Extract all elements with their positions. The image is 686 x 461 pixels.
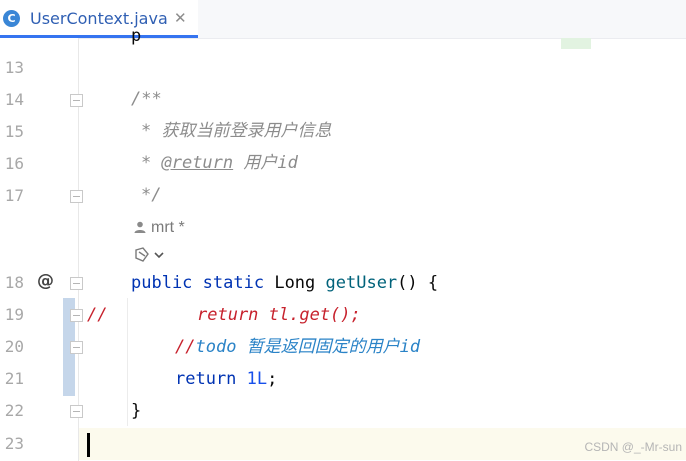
watermark: CSDN @_-Mr-sun xyxy=(584,440,682,454)
todo-keyword: todo xyxy=(195,337,237,357)
method-signature-rest: () { xyxy=(397,273,439,293)
tab-usercontext-java[interactable]: C UserContext.java ✕ xyxy=(0,0,198,38)
code-line-14: /** xyxy=(131,89,162,109)
method-name: getUser xyxy=(325,273,398,293)
tab-title: UserContext.java xyxy=(30,9,168,28)
code-line-18: public static Long getUser() { xyxy=(131,267,438,299)
number-literal: 1L xyxy=(246,369,268,389)
close-icon[interactable]: ✕ xyxy=(174,9,187,27)
line-number: 18 xyxy=(4,273,24,292)
code-vision-icon xyxy=(133,247,167,268)
line-number: 19 xyxy=(4,305,24,324)
line-number: 16 xyxy=(4,154,24,173)
javadoc-tag: @return xyxy=(161,153,234,173)
text-caret xyxy=(87,433,90,457)
code-line-21: return 1L; xyxy=(175,363,277,395)
comment-star: * xyxy=(141,121,162,141)
user-icon xyxy=(133,220,147,234)
java-class-icon: C xyxy=(3,10,20,27)
editor-tab-bar: C UserContext.java ✕ xyxy=(0,0,686,39)
line-number: 15 xyxy=(4,122,24,141)
line-number: 21 xyxy=(4,369,24,388)
code-line-20: //todo 暂是返回固定的用户id xyxy=(175,331,420,363)
code-line-15: * 获取当前登录用户信息 xyxy=(141,115,331,147)
brace-match-highlight xyxy=(561,38,591,49)
code-line-partial: p xyxy=(131,26,142,46)
override-annotation-icon[interactable]: @ xyxy=(37,271,54,291)
return-type: Long xyxy=(264,273,326,293)
keyword-public: public xyxy=(131,273,193,293)
line-number: 23 xyxy=(4,434,24,453)
line-number: 22 xyxy=(4,401,24,420)
semicolon: ; xyxy=(267,369,278,389)
keyword-return: return xyxy=(175,369,237,389)
code-line-16: * @return 用户id xyxy=(141,147,298,179)
javadoc-text: 获取当前登录用户信息 xyxy=(161,121,332,141)
indent-guide xyxy=(127,298,128,426)
javadoc-text: 用户id xyxy=(233,153,298,173)
todo-text: 暂是返回固定的用户id xyxy=(236,337,421,357)
line-number-gutter: 13 14 15 16 17 18 19 20 21 22 23 @ xyxy=(0,38,83,461)
code-line-22: } xyxy=(131,401,142,421)
code-line-19: return tl.get(); xyxy=(197,305,361,325)
line-number: 20 xyxy=(4,337,24,356)
comment-slashes: // xyxy=(175,337,196,357)
comment-star: * xyxy=(141,153,162,173)
line-number: 14 xyxy=(4,90,24,109)
line-number: 17 xyxy=(4,186,24,205)
author-name: mrt * xyxy=(151,219,185,236)
author-hint[interactable]: mrt * xyxy=(133,218,185,238)
line-number: 13 xyxy=(4,58,24,77)
keyword-static: static xyxy=(202,273,265,293)
code-line-19-comment-marker: // xyxy=(87,305,108,325)
code-line-17: */ xyxy=(141,185,162,205)
code-editor[interactable]: p /** * 获取当前登录用户信息 * @return 用户id */ mrt… xyxy=(79,26,686,461)
